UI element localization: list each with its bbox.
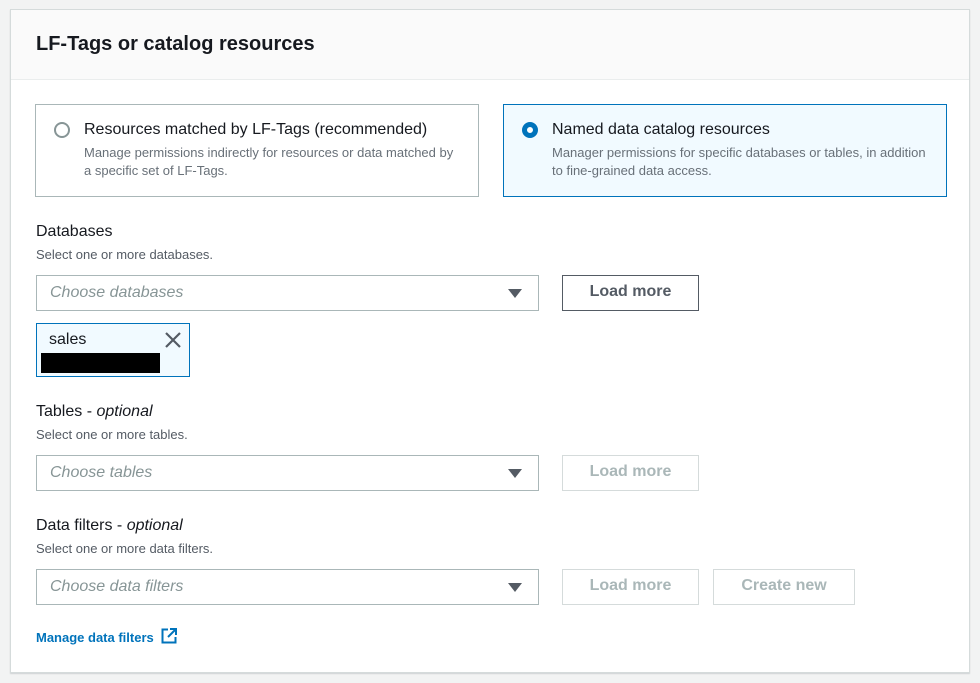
radio-named-resources[interactable] bbox=[522, 122, 538, 138]
resources-panel: LF-Tags or catalog resources Resources m… bbox=[10, 9, 970, 673]
manage-data-filters-link[interactable]: Manage data filters bbox=[36, 627, 178, 648]
data-filters-placeholder: Choose data filters bbox=[50, 578, 184, 595]
tables-label: Tables - optional bbox=[36, 403, 153, 420]
data-filters-label: Data filters - optional bbox=[36, 517, 183, 534]
tile-named-resources[interactable]: Named data catalog resources Manager per… bbox=[503, 104, 947, 197]
databases-select[interactable]: Choose databases bbox=[36, 275, 539, 311]
tables-optional: optional bbox=[96, 403, 153, 420]
tile-lf-tags[interactable]: Resources matched by LF-Tags (recommende… bbox=[35, 104, 479, 197]
database-token: sales bbox=[36, 323, 190, 377]
radio-lf-tags[interactable] bbox=[54, 122, 70, 138]
data-filters-load-more-button[interactable]: Load more bbox=[562, 569, 699, 605]
tile-lf-tags-label: Resources matched by LF-Tags (recommende… bbox=[84, 121, 428, 138]
databases-label: Databases bbox=[36, 223, 113, 240]
data-filters-optional: optional bbox=[126, 517, 183, 534]
tables-description: Select one or more tables. bbox=[36, 427, 188, 442]
tile-named-resources-label: Named data catalog resources bbox=[552, 121, 770, 138]
tables-load-more-button[interactable]: Load more bbox=[562, 455, 699, 491]
caret-down-icon bbox=[508, 289, 522, 298]
caret-down-icon bbox=[508, 469, 522, 478]
create-new-button[interactable]: Create new bbox=[713, 569, 855, 605]
panel-title: LF-Tags or catalog resources bbox=[36, 33, 315, 55]
caret-down-icon bbox=[508, 583, 522, 592]
tables-select[interactable]: Choose tables bbox=[36, 455, 539, 491]
databases-load-more-button[interactable]: Load more bbox=[562, 275, 699, 311]
databases-placeholder: Choose databases bbox=[50, 284, 184, 301]
external-link-icon bbox=[160, 627, 178, 648]
tile-lf-tags-description: Manage permissions indirectly for resour… bbox=[84, 145, 454, 178]
database-token-label: sales bbox=[49, 331, 87, 348]
tables-label-text: Tables bbox=[36, 403, 83, 420]
databases-description: Select one or more databases. bbox=[36, 247, 214, 262]
manage-data-filters-label: Manage data filters bbox=[36, 630, 154, 645]
panel-header: LF-Tags or catalog resources bbox=[11, 10, 969, 80]
redaction-bar bbox=[41, 353, 160, 373]
tables-placeholder: Choose tables bbox=[50, 464, 153, 481]
data-filters-description: Select one or more data filters. bbox=[36, 541, 214, 556]
data-filters-select[interactable]: Choose data filters bbox=[36, 569, 539, 605]
data-filters-label-text: Data filters bbox=[36, 517, 113, 534]
close-icon[interactable] bbox=[161, 328, 185, 352]
tile-named-resources-description: Manager permissions for specific databas… bbox=[552, 145, 926, 178]
